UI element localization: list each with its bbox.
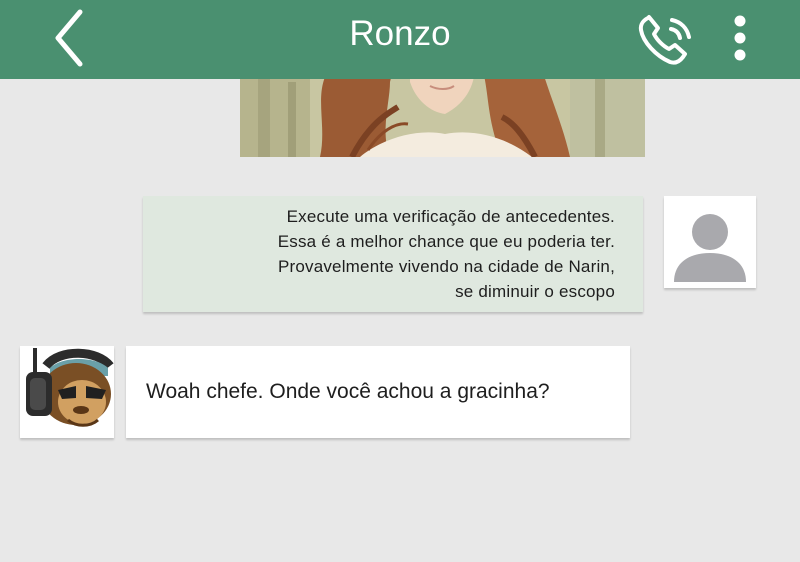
message-line: Essa é a melhor chance que eu poderia te… [277,232,615,251]
outgoing-message-bubble[interactable]: Execute uma verificação de antecedentes.… [143,196,643,312]
message-text: Execute uma verificação de antecedentes.… [278,204,615,304]
more-vertical-icon [734,15,746,61]
monkey-headphones-avatar [20,346,114,438]
message-text: Woah chefe. Onde você achou a gracinha? [146,380,550,403]
contact-avatar[interactable] [20,346,114,438]
chat-header: Ronzo [0,0,800,79]
call-button[interactable] [636,12,698,68]
my-avatar[interactable] [664,196,756,288]
message-line: Provavelmente vivendo na cidade de Narin… [277,257,615,276]
message-line: se diminuir o escopo [455,282,615,301]
incoming-message-bubble[interactable]: Woah chefe. Onde você achou a gracinha? [126,346,630,438]
message-line: Execute uma verificação de antecedentes. [286,207,615,226]
default-user-icon [674,214,746,282]
more-options-button[interactable] [726,14,754,64]
phone-icon [638,15,691,65]
